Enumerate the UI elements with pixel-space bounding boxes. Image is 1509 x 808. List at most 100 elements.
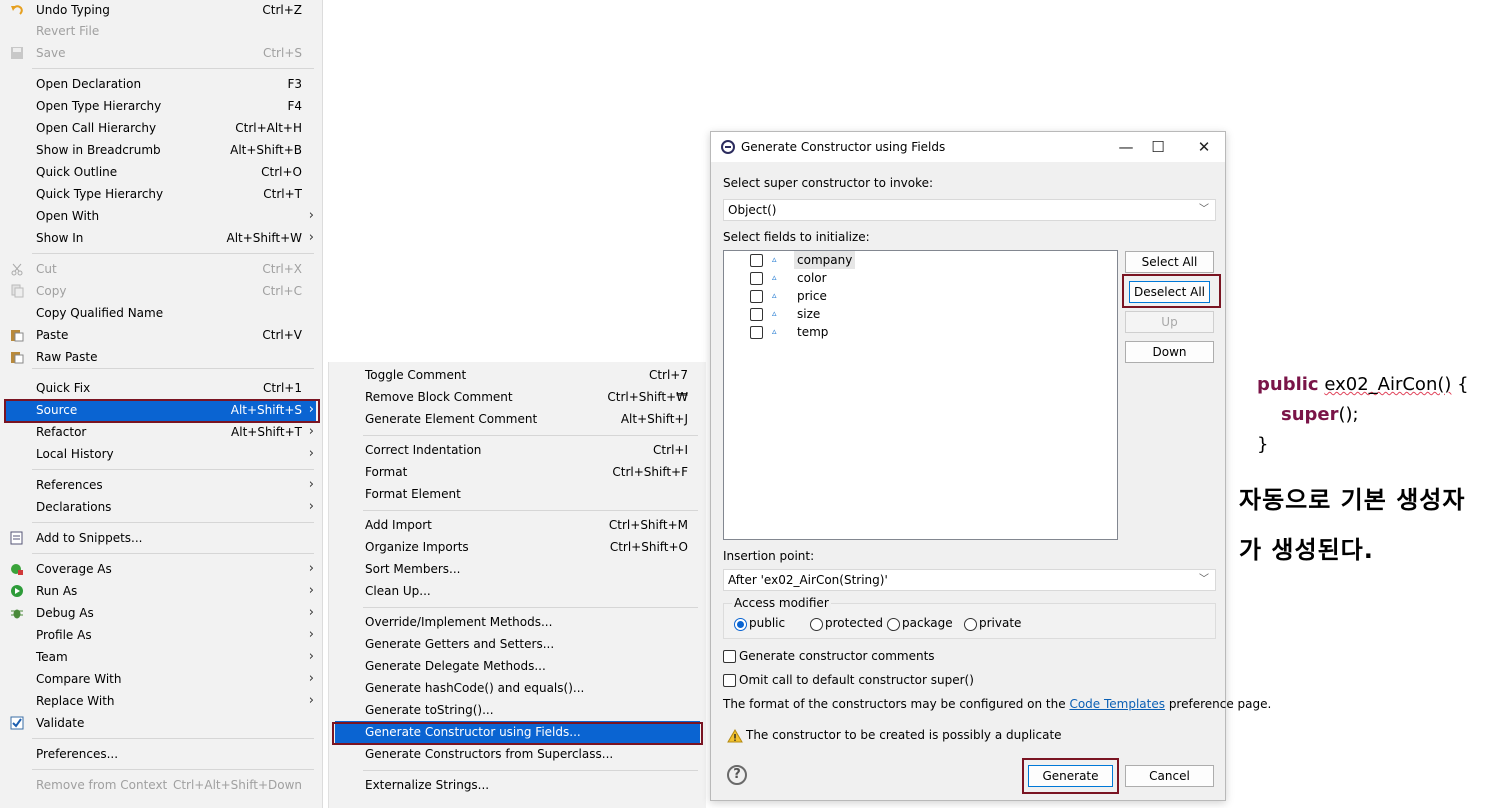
menu-item-shortcut: Ctrl+Shift+M xyxy=(608,518,688,532)
menu-item-profile-as[interactable]: Profile As › xyxy=(4,624,316,646)
close-icon[interactable]: ✕ xyxy=(1189,136,1219,158)
menu-item-open-declaration[interactable]: Open Declaration F3 xyxy=(4,73,316,95)
menu-item-remove-from-context[interactable]: Remove from Context Ctrl+Alt+Shift+Down xyxy=(4,774,316,796)
generate-comments-checkbox[interactable] xyxy=(723,650,736,663)
super-constructor-value: Object() xyxy=(728,203,777,217)
menu-item-label: Debug As xyxy=(36,606,94,620)
menu-item-label: Refactor xyxy=(36,425,87,439)
code-templates-link[interactable]: Code Templates xyxy=(1069,697,1165,711)
menu-item-raw-paste[interactable]: Raw Paste xyxy=(4,346,316,368)
menu-item-team[interactable]: Team › xyxy=(4,646,316,668)
menu-item-copy-qualified-name[interactable]: Copy Qualified Name xyxy=(4,302,316,324)
menu-item-quick-outline[interactable]: Quick Outline Ctrl+O xyxy=(4,161,316,183)
menu-item-add-import[interactable]: Add Import Ctrl+Shift+M xyxy=(335,514,700,536)
code-constructor-name: ex02_AirCon() xyxy=(1324,374,1452,395)
menu-item-sort-members[interactable]: Sort Members... xyxy=(335,558,700,580)
radio-public[interactable] xyxy=(734,618,747,631)
menu-item-refactor[interactable]: Refactor Alt+Shift+T › xyxy=(4,421,316,443)
omit-super-checkbox[interactable] xyxy=(723,674,736,687)
menu-item-source[interactable]: Source Alt+Shift+S › xyxy=(4,399,316,421)
menu-item-add-to-snippets[interactable]: Add to Snippets... xyxy=(4,527,316,549)
menu-item-toggle-comment[interactable]: Toggle Comment Ctrl+7 xyxy=(335,364,700,386)
super-constructor-select[interactable]: Object() ﹀ xyxy=(723,199,1216,221)
menu-item-generate-constructors-from-superclass[interactable]: Generate Constructors from Superclass... xyxy=(335,743,700,765)
field-checkbox[interactable] xyxy=(750,290,763,303)
menu-item-generate-element-comment[interactable]: Generate Element Comment Alt+Shift+J xyxy=(335,408,700,430)
menu-item-remove-block-comment[interactable]: Remove Block Comment Ctrl+Shift+₩ xyxy=(335,386,700,408)
menu-item-label: Revert File xyxy=(36,24,100,38)
menu-item-compare-with[interactable]: Compare With › xyxy=(4,668,316,690)
menu-item-open-type-hierarchy[interactable]: Open Type Hierarchy F4 xyxy=(4,95,316,117)
menu-item-declarations[interactable]: Declarations › xyxy=(4,496,316,518)
menu-item-label: Generate toString()... xyxy=(365,703,494,717)
menu-item-label: Externalize Strings... xyxy=(365,778,490,792)
select-all-button[interactable]: Select All xyxy=(1125,251,1214,273)
radio-private[interactable] xyxy=(964,618,977,631)
menu-item-validate[interactable]: Validate xyxy=(4,712,316,734)
menu-item-label: Local History xyxy=(36,447,114,461)
menu-item-revert-file[interactable]: Revert File xyxy=(4,20,316,42)
chevron-right-icon: › xyxy=(308,583,314,598)
generate-button[interactable]: Generate xyxy=(1028,765,1113,787)
menu-item-label: Generate Constructor using Fields... xyxy=(365,725,581,739)
menu-item-local-history[interactable]: Local History › xyxy=(4,443,316,465)
menu-item-open-with[interactable]: Open With › xyxy=(4,205,316,227)
menu-item-open-call-hierarchy[interactable]: Open Call Hierarchy Ctrl+Alt+H xyxy=(4,117,316,139)
help-icon[interactable]: ? xyxy=(727,765,747,785)
menu-item-run-as[interactable]: Run As › xyxy=(4,580,316,602)
menu-item-generate-getters-setters[interactable]: Generate Getters and Setters... xyxy=(335,633,700,655)
field-triangle-icon: ▵ xyxy=(772,291,777,301)
menu-item-replace-with[interactable]: Replace With › xyxy=(4,690,316,712)
menu-item-quick-fix[interactable]: Quick Fix Ctrl+1 xyxy=(4,377,316,399)
menu-item-cut[interactable]: Cut Ctrl+X xyxy=(4,258,316,280)
deselect-all-button[interactable]: Deselect All xyxy=(1129,281,1210,303)
maximize-icon[interactable]: ☐ xyxy=(1143,136,1173,158)
field-checkbox[interactable] xyxy=(750,272,763,285)
chevron-right-icon: › xyxy=(308,561,314,576)
menu-item-save[interactable]: Save Ctrl+S xyxy=(4,42,316,64)
menu-item-generate-hashcode-equals[interactable]: Generate hashCode() and equals()... xyxy=(335,677,700,699)
menu-item-label: Show In xyxy=(36,231,84,245)
menu-item-shortcut: Ctrl+S xyxy=(262,46,302,60)
menu-item-paste[interactable]: Paste Ctrl+V xyxy=(4,324,316,346)
menu-item-shortcut: Ctrl+1 xyxy=(262,381,302,395)
menu-item-quick-type-hierarchy[interactable]: Quick Type Hierarchy Ctrl+T xyxy=(4,183,316,205)
insertion-point-select[interactable]: After 'ex02_AirCon(String)' ﹀ xyxy=(723,569,1216,591)
menu-item-show-in[interactable]: Show In Alt+Shift+W › xyxy=(4,227,316,249)
menu-item-debug-as[interactable]: Debug As › xyxy=(4,602,316,624)
radio-package[interactable] xyxy=(887,618,900,631)
code-keyword-public: public xyxy=(1257,374,1319,395)
down-button[interactable]: Down xyxy=(1125,341,1214,363)
menu-item-copy[interactable]: Copy Ctrl+C xyxy=(4,280,316,302)
menu-item-preferences[interactable]: Preferences... xyxy=(4,743,316,765)
chevron-right-icon: › xyxy=(308,671,314,686)
code-keyword-super: super xyxy=(1281,404,1339,425)
radio-protected[interactable] xyxy=(810,618,823,631)
menu-item-format[interactable]: Format Ctrl+Shift+F xyxy=(335,461,700,483)
field-checkbox[interactable] xyxy=(750,254,763,267)
menu-item-externalize-strings[interactable]: Externalize Strings... xyxy=(335,774,700,796)
menu-item-format-element[interactable]: Format Element xyxy=(335,483,700,505)
minimize-icon[interactable]: — xyxy=(1111,136,1141,158)
menu-item-generate-tostring[interactable]: Generate toString()... xyxy=(335,699,700,721)
menu-item-show-in-breadcrumb[interactable]: Show in Breadcrumb Alt+Shift+B xyxy=(4,139,316,161)
menu-item-undo-typing[interactable]: Undo Typing Ctrl+Z xyxy=(4,0,316,21)
menu-item-coverage-as[interactable]: Coverage As › xyxy=(4,558,316,580)
field-checkbox[interactable] xyxy=(750,326,763,339)
menu-separator xyxy=(32,553,314,554)
menu-item-shortcut: Ctrl+I xyxy=(653,443,688,457)
menu-item-generate-delegate-methods[interactable]: Generate Delegate Methods... xyxy=(335,655,700,677)
chevron-right-icon: › xyxy=(308,230,314,245)
menu-item-shortcut: Ctrl+X xyxy=(262,262,302,276)
menu-item-generate-constructor-using-fields[interactable]: Generate Constructor using Fields... xyxy=(335,721,700,743)
format-info-post: preference page. xyxy=(1168,697,1272,711)
menu-item-clean-up[interactable]: Clean Up... xyxy=(335,580,700,602)
menu-item-correct-indentation[interactable]: Correct Indentation Ctrl+I xyxy=(335,439,700,461)
menu-item-override-implement-methods[interactable]: Override/Implement Methods... xyxy=(335,611,700,633)
menu-item-organize-imports[interactable]: Organize Imports Ctrl+Shift+O xyxy=(335,536,700,558)
field-checkbox[interactable] xyxy=(750,308,763,321)
cancel-button[interactable]: Cancel xyxy=(1125,765,1214,787)
up-button[interactable]: Up xyxy=(1125,311,1214,333)
menu-item-label: Run As xyxy=(36,584,78,598)
menu-item-references[interactable]: References › xyxy=(4,474,316,496)
